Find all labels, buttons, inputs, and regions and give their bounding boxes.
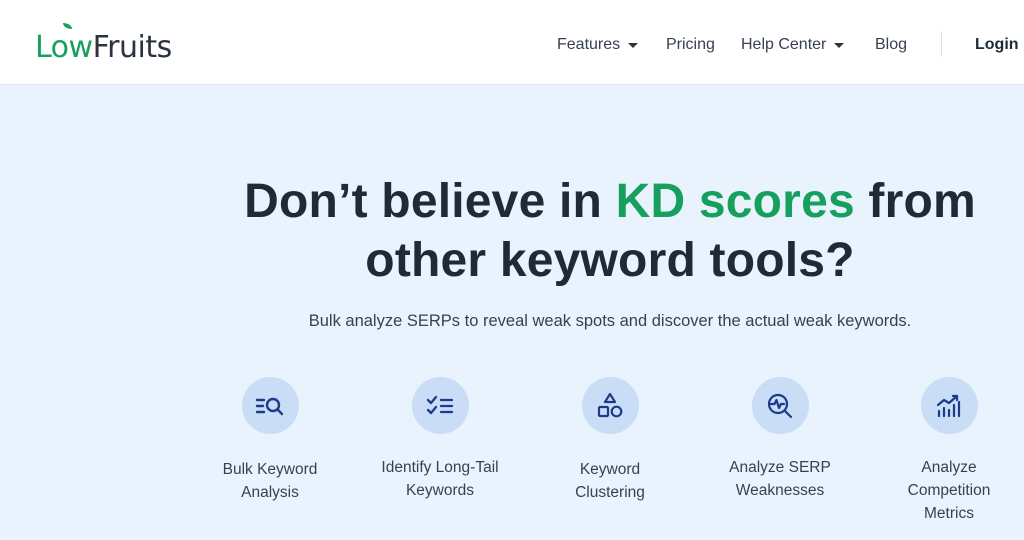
login-button[interactable]: Login bbox=[975, 36, 1019, 54]
nav-pricing-link[interactable]: Pricing bbox=[666, 36, 715, 54]
logo-text-fruits: Fruits bbox=[92, 29, 173, 65]
feature-identify-long-tail-keywords[interactable]: Identify Long-Tail Keywords bbox=[375, 377, 505, 502]
hero-title-accent: KD scores bbox=[615, 175, 855, 228]
feature-icon-circle bbox=[241, 377, 299, 434]
chevron-down-icon bbox=[834, 42, 845, 48]
feature-analyze-serp-weaknesses[interactable]: Analyze SERP Weaknesses bbox=[715, 377, 845, 502]
feature-label: Analyze Competition Metrics bbox=[907, 459, 991, 522]
feature-label: Analyze SERP Weaknesses bbox=[729, 459, 831, 499]
hero-title-pre: Don’t believe in bbox=[244, 175, 616, 228]
nav-blog-label: Blog bbox=[875, 36, 908, 53]
nav-help-center-label: Help Center bbox=[741, 36, 827, 53]
feature-icon-circle bbox=[411, 377, 469, 434]
list-search-icon bbox=[255, 397, 284, 415]
feature-analyze-competition-metrics[interactable]: Analyze Competition Metrics bbox=[884, 377, 1014, 525]
feature-label: Keyword Clustering bbox=[575, 461, 645, 501]
nav-blog-link[interactable]: Blog bbox=[875, 36, 907, 54]
feature-bulk-keyword-analysis[interactable]: Bulk Keyword Analysis bbox=[205, 377, 335, 504]
feature-label: Identify Long-Tail Keywords bbox=[381, 459, 499, 499]
zoom-pulse-icon bbox=[767, 393, 793, 418]
nav-divider bbox=[941, 31, 942, 57]
hero-subtitle: Bulk analyze SERPs to reveal weak spots … bbox=[308, 312, 912, 330]
feature-icon-circle bbox=[751, 377, 809, 434]
chart-trend-icon bbox=[936, 394, 961, 417]
nav-pricing-label: Pricing bbox=[666, 36, 715, 53]
lowfruits-logo[interactable]: Low Fruits bbox=[35, 23, 173, 67]
hero-title-post: from bbox=[854, 175, 976, 228]
hero-title: Don’t believe in KD scores from other ke… bbox=[200, 172, 1020, 290]
checklist-icon bbox=[426, 395, 454, 414]
shapes-icon bbox=[597, 392, 623, 417]
hero-title-line2: other keyword tools? bbox=[365, 234, 855, 287]
nav-features-label: Features bbox=[557, 36, 621, 53]
nav-features-dropdown[interactable]: Features bbox=[557, 36, 639, 54]
chevron-down-icon bbox=[628, 42, 639, 48]
feature-keyword-clustering[interactable]: Keyword Clustering bbox=[545, 377, 675, 504]
leaf-icon bbox=[63, 23, 72, 29]
feature-icon-circle bbox=[920, 377, 978, 434]
feature-label: Bulk Keyword Analysis bbox=[222, 461, 318, 501]
nav-help-center-dropdown[interactable]: Help Center bbox=[741, 36, 845, 54]
logo-text-low: Low bbox=[35, 29, 93, 65]
top-navigation-bar: Low Fruits Features Pricing Help Center B… bbox=[0, 0, 1024, 85]
login-label: Login bbox=[975, 36, 1019, 53]
feature-icon-circle bbox=[581, 377, 639, 434]
